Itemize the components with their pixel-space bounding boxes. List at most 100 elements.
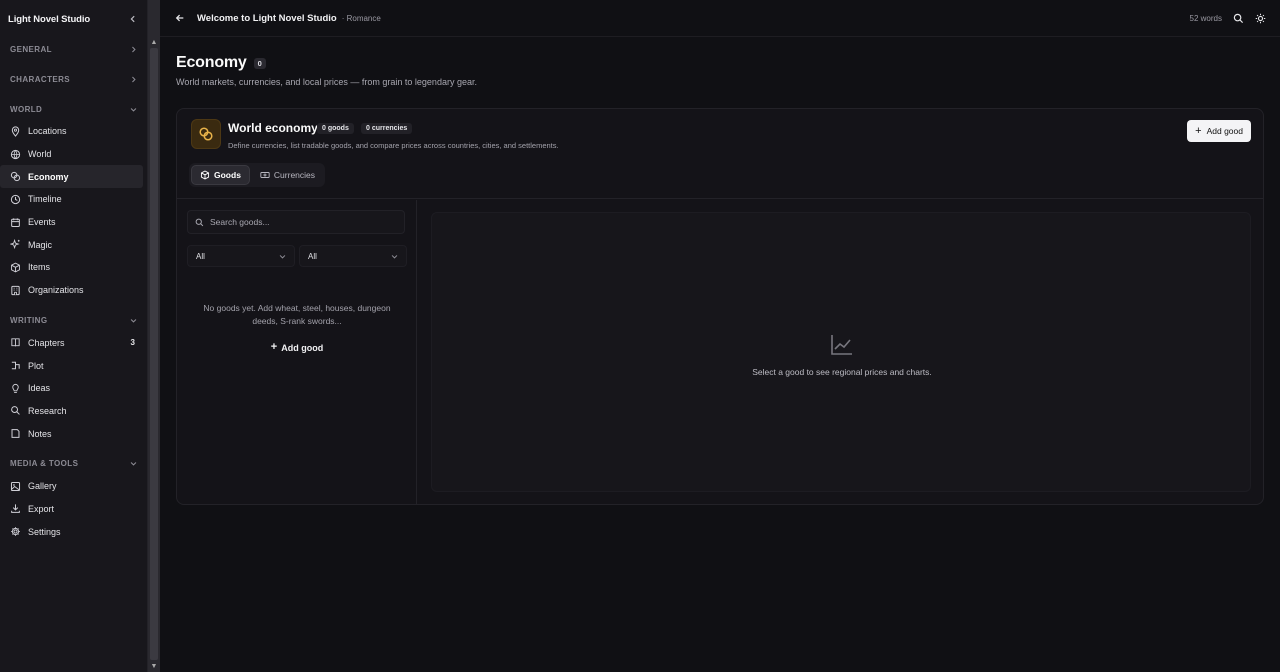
- gear-icon: [10, 526, 21, 537]
- sidebar-item-locations[interactable]: Locations: [0, 120, 143, 143]
- add-good-label: Add good: [1206, 126, 1243, 136]
- section-label: CHARACTERS: [10, 74, 70, 84]
- sidebar-item-settings[interactable]: Settings: [0, 520, 143, 543]
- tab-label: Currencies: [273, 170, 316, 180]
- sidebar-item-ideas[interactable]: Ideas: [0, 377, 143, 400]
- sidebar-item-notes[interactable]: Notes: [0, 422, 143, 445]
- image-icon: [10, 481, 21, 492]
- word-count: 52 words: [1189, 14, 1222, 23]
- section-media-tools[interactable]: MEDIA & TOOLS: [0, 453, 147, 475]
- goods-list-pane: All All No goods yet. Add wheat, steel, …: [177, 200, 417, 504]
- sidebar-item-chapters[interactable]: Chapters 3: [0, 332, 143, 355]
- sidebar-item-events[interactable]: Events: [0, 211, 143, 234]
- search-goods-field[interactable]: [187, 210, 405, 234]
- sidebar-item-label: Plot: [28, 360, 44, 371]
- sidebar-item-research[interactable]: Research: [0, 400, 143, 423]
- sidebar-item-label: Ideas: [28, 383, 51, 394]
- search-goods-input[interactable]: [210, 217, 390, 227]
- section-general[interactable]: GENERAL: [0, 38, 147, 60]
- category-filter-select[interactable]: All: [187, 245, 295, 267]
- detail-placeholder-text: Select a good to see regional prices and…: [752, 367, 932, 377]
- tab-goods[interactable]: Goods: [191, 165, 250, 185]
- goods-count-badge: 0 goods: [317, 123, 354, 134]
- tab-label: Goods: [214, 170, 241, 180]
- section-writing[interactable]: WRITING: [0, 310, 147, 332]
- collapse-sidebar-icon[interactable]: [127, 13, 139, 25]
- page-description: World markets, currencies, and local pri…: [176, 77, 477, 87]
- section-label: GENERAL: [10, 44, 52, 54]
- project-title: Welcome to Light Novel Studio: [197, 12, 337, 24]
- sidebar-header: Light Novel Studio: [0, 0, 147, 38]
- plus-icon: +: [1195, 124, 1202, 137]
- sun-icon[interactable]: [1254, 13, 1266, 25]
- project-genre: · Romance: [341, 13, 381, 23]
- currencies-count-badge: 0 currencies: [361, 123, 413, 134]
- sidebar-item-economy[interactable]: Economy: [0, 165, 143, 189]
- book-icon: [10, 337, 21, 348]
- plus-icon: +: [270, 341, 278, 353]
- scroll-down-icon[interactable]: ▼: [150, 662, 158, 670]
- search-icon: [195, 218, 204, 227]
- app-title: Light Novel Studio: [8, 13, 91, 25]
- sidebar-item-export[interactable]: Export: [0, 498, 143, 521]
- sidebar-item-items[interactable]: Items: [0, 256, 143, 279]
- world-economy-card: World economy 0 goods 0 currencies Defin…: [176, 108, 1264, 505]
- filter-value: All: [196, 251, 205, 261]
- card-header: World economy 0 goods 0 currencies Defin…: [177, 109, 1263, 199]
- note-icon: [10, 428, 21, 439]
- sidebar-scrollbar[interactable]: ▲ ▼: [148, 0, 160, 672]
- topbar-actions: 52 words: [1190, 0, 1266, 37]
- sparkles-icon: [10, 239, 21, 250]
- sidebar-item-label: Locations: [28, 126, 67, 137]
- section-characters[interactable]: CHARACTERS: [0, 68, 147, 90]
- sidebar-item-label: Research: [28, 405, 67, 416]
- line-chart-icon: [830, 333, 854, 357]
- coins-icon: [191, 119, 221, 149]
- empty-add-good-button[interactable]: + Add good: [177, 342, 417, 353]
- sidebar-item-timeline[interactable]: Timeline: [0, 188, 143, 211]
- scrollbar-thumb[interactable]: [150, 48, 158, 660]
- box-icon: [10, 262, 21, 273]
- good-detail-pane: Select a good to see regional prices and…: [431, 212, 1251, 492]
- empty-add-good-label: Add good: [281, 342, 324, 353]
- app: Light Novel Studio GENERAL CHARACTERS WO…: [0, 0, 1280, 672]
- section-world[interactable]: WORLD: [0, 98, 147, 120]
- page-title: Economy: [176, 54, 247, 71]
- add-good-button[interactable]: + Add good: [1187, 120, 1251, 142]
- filter-value: All: [308, 251, 317, 261]
- sidebar-item-plot[interactable]: Plot: [0, 354, 143, 377]
- sidebar-item-magic[interactable]: Magic: [0, 233, 143, 256]
- section-label: MEDIA & TOOLS: [10, 459, 79, 469]
- sidebar-item-label: Export: [28, 503, 55, 514]
- sidebar-item-label: Notes: [28, 428, 52, 439]
- sidebar-item-label: Magic: [28, 239, 53, 250]
- sidebar-item-label: Gallery: [28, 481, 57, 492]
- sidebar-item-label: Organizations: [28, 285, 84, 296]
- plot-icon: [10, 360, 21, 371]
- chevron-right-icon: [129, 75, 137, 83]
- main-content: Economy 0 World markets, currencies, and…: [176, 54, 1264, 505]
- page-title-row: Economy 0: [176, 54, 1264, 72]
- lightbulb-icon: [10, 383, 21, 394]
- sidebar-item-organizations[interactable]: Organizations: [0, 279, 143, 302]
- economy-tabs: Goods Currencies: [189, 163, 326, 187]
- sidebar-item-label: World: [28, 149, 52, 160]
- search-icon[interactable]: [1232, 13, 1244, 25]
- sidebar-item-label: Items: [28, 262, 51, 273]
- back-arrow-icon[interactable]: [174, 12, 186, 24]
- download-icon: [10, 503, 21, 514]
- scroll-up-icon[interactable]: ▲: [150, 38, 158, 46]
- chevron-down-icon: [129, 105, 137, 113]
- tab-currencies[interactable]: Currencies: [252, 165, 323, 185]
- map-pin-icon: [10, 126, 21, 137]
- sidebar-item-label: Chapters: [28, 337, 65, 348]
- building-icon: [10, 285, 21, 296]
- sidebar-item-gallery[interactable]: Gallery: [0, 475, 143, 498]
- sidebar-item-label: Economy: [28, 171, 69, 182]
- rarity-filter-select[interactable]: All: [299, 245, 407, 267]
- sidebar-item-world[interactable]: World: [0, 143, 143, 166]
- chapters-count-badge: 3: [130, 338, 135, 348]
- economy-title: World economy: [228, 121, 318, 135]
- economy-description: Define currencies, list tradable goods, …: [228, 141, 559, 150]
- sidebar-item-label: Settings: [28, 526, 61, 537]
